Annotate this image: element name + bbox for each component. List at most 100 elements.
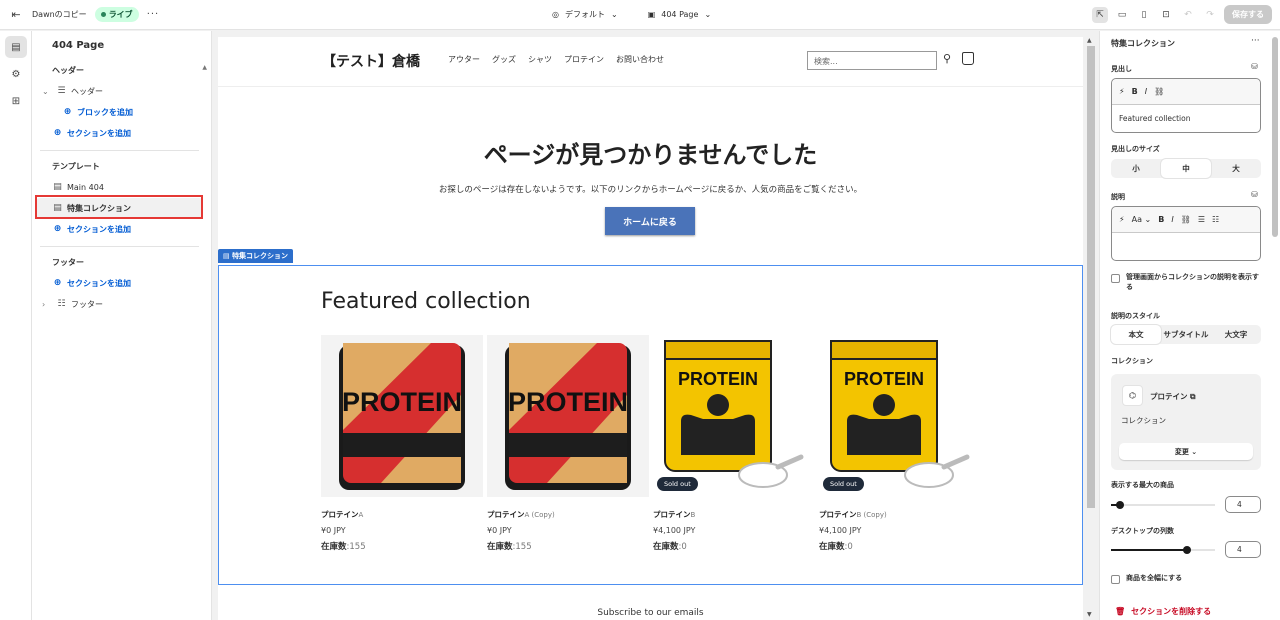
bold-icon[interactable]: B xyxy=(1132,87,1138,96)
scroll-up-icon[interactable]: ▲ xyxy=(202,64,207,71)
collection-name[interactable]: プロテイン ⧉ xyxy=(1150,391,1195,402)
more-options-icon[interactable]: ··· xyxy=(147,9,160,20)
apps-icon[interactable]: ⊞ xyxy=(5,90,27,112)
desktop-view-icon[interactable]: ▭ xyxy=(1114,7,1130,23)
chevron-down-icon[interactable]: ⌄ xyxy=(42,81,52,102)
magic-icon[interactable]: ⚡ xyxy=(1119,215,1125,224)
slider-track xyxy=(1111,504,1215,506)
fullscreen-view-icon[interactable]: ⊡ xyxy=(1158,7,1174,23)
italic-icon[interactable]: I xyxy=(1145,87,1147,96)
inspector-icon[interactable]: ⇱ xyxy=(1092,6,1108,23)
size-large-option[interactable]: 大 xyxy=(1211,159,1261,178)
delete-section-button[interactable]: 🗑 セクションを削除する xyxy=(1115,606,1211,617)
exit-icon[interactable]: ⇤ xyxy=(8,8,24,21)
home-button[interactable]: ホームに戻る xyxy=(605,207,695,235)
heading-input[interactable]: Featured collection xyxy=(1112,105,1260,132)
page-selector[interactable]: ▣ 404 Page ⌄ xyxy=(648,10,711,19)
add-section-header-button[interactable]: ⊕ セクションを追加 xyxy=(32,123,211,144)
product-card[interactable]: PROTEIN プロテインA (Copy) ¥0 JPY 在庫数:155 xyxy=(487,335,649,552)
checkbox[interactable] xyxy=(1111,274,1120,283)
style-uppercase-option[interactable]: 大文字 xyxy=(1211,325,1261,344)
scroll-down-icon[interactable]: ▼ xyxy=(1087,611,1092,618)
desktop-columns-input[interactable]: 4 xyxy=(1225,541,1261,558)
sold-out-badge: Sold out xyxy=(823,477,864,491)
template-item-featured-collection[interactable]: ▤ 特集コレクション xyxy=(36,198,203,219)
change-collection-button[interactable]: 変更 ⌄ xyxy=(1119,443,1253,460)
undo-icon[interactable]: ↶ xyxy=(1180,7,1196,23)
numbered-list-icon[interactable]: ☷ xyxy=(1212,215,1219,224)
page-selector-label: 404 Page xyxy=(661,10,699,19)
save-button[interactable]: 保存する xyxy=(1224,5,1272,24)
description-label: 説明 xyxy=(1111,193,1125,201)
add-block-button[interactable]: ⊕ ブロックを追加 xyxy=(32,102,211,123)
product-name: プロテインA xyxy=(321,509,483,520)
style-subtitle-option[interactable]: サブタイトル xyxy=(1161,325,1211,344)
stock-label: 在庫数 xyxy=(819,542,845,552)
product-card[interactable]: PROTEIN Sold out プロテインB (Copy) ¥4,100 JP… xyxy=(819,335,981,552)
dynamic-source-icon[interactable]: ⛁ xyxy=(1251,62,1258,71)
template-item-label: 特集コレクション xyxy=(67,204,131,213)
max-products-input[interactable]: 4 xyxy=(1225,496,1261,513)
nav-item-shirts[interactable]: シャツ xyxy=(528,54,552,65)
product-name: プロテインB xyxy=(653,509,815,520)
product-name-suffix: B (Copy) xyxy=(856,511,887,519)
slider-handle[interactable] xyxy=(1182,546,1191,554)
magic-icon[interactable]: ⚡ xyxy=(1119,87,1125,96)
italic-icon[interactable]: I xyxy=(1171,215,1173,224)
max-products-slider[interactable] xyxy=(1111,498,1215,512)
nav-item-outer[interactable]: アウター xyxy=(448,54,480,65)
product-image[interactable]: PROTEIN Sold out xyxy=(653,335,815,497)
store-logo[interactable]: 【テスト】倉橋 xyxy=(322,51,420,71)
add-section-label: セクションを追加 xyxy=(67,225,131,234)
add-section-template-button[interactable]: ⊕ セクションを追加 xyxy=(32,219,211,240)
size-small-option[interactable]: 小 xyxy=(1111,159,1161,178)
link-icon[interactable]: ⛓ xyxy=(1154,87,1164,96)
bullet-list-icon[interactable]: ☰ xyxy=(1198,215,1205,224)
show-admin-description-option[interactable]: 管理画面からコレクションの説明を表示する xyxy=(1111,272,1261,292)
style-body-option[interactable]: 本文 xyxy=(1111,325,1161,344)
stock-value: :155 xyxy=(346,542,366,552)
nav-item-goods[interactable]: グッズ xyxy=(492,54,516,65)
plus-circle-icon: ⊕ xyxy=(53,128,62,138)
bold-icon[interactable]: B xyxy=(1158,215,1164,224)
external-link-icon[interactable]: ⧉ xyxy=(1190,392,1195,401)
product-image[interactable]: PROTEIN Sold out xyxy=(819,335,981,497)
font-size-dropdown[interactable]: Aa ⌄ xyxy=(1132,215,1152,224)
sections-icon[interactable]: ▤ xyxy=(5,36,27,58)
heading-editor: ⚡ B I ⛓ Featured collection xyxy=(1111,78,1261,133)
section-tag[interactable]: ▤ 特集コレクション xyxy=(218,249,294,263)
redo-icon[interactable]: ↷ xyxy=(1202,7,1218,23)
desktop-columns-slider[interactable] xyxy=(1111,543,1215,557)
description-input[interactable] xyxy=(1112,233,1260,260)
settings-scrollbar[interactable] xyxy=(1272,37,1278,237)
more-options-icon[interactable]: ··· xyxy=(1251,36,1260,46)
plus-circle-icon: ⊕ xyxy=(53,278,62,288)
link-icon[interactable]: ⛓ xyxy=(1181,215,1191,224)
scroll-up-icon[interactable]: ▲ xyxy=(1087,37,1092,44)
settings-gear-icon[interactable]: ⚙ xyxy=(5,63,27,85)
product-image[interactable]: PROTEIN xyxy=(487,335,649,497)
template-item-main-404[interactable]: ▤ Main 404 xyxy=(32,177,211,198)
header-section-item[interactable]: ⌄ ☰ ヘッダー xyxy=(32,81,211,102)
checkbox[interactable] xyxy=(1111,575,1120,584)
footer-section-item[interactable]: › ☷ フッター xyxy=(32,294,211,315)
scrollbar-thumb[interactable] xyxy=(1087,46,1095,508)
product-card[interactable]: PROTEIN プロテインA ¥0 JPY 在庫数:155 xyxy=(321,335,483,552)
slider-handle[interactable] xyxy=(1116,501,1125,509)
size-medium-option[interactable]: 中 xyxy=(1161,159,1211,178)
theme-selector[interactable]: ◎ デフォルト ⌄ xyxy=(552,9,618,20)
dynamic-source-icon[interactable]: ⛁ xyxy=(1251,190,1258,199)
product-image[interactable]: PROTEIN xyxy=(321,335,483,497)
store-search-input[interactable]: 検索... xyxy=(807,51,937,70)
mobile-view-icon[interactable]: ▯ xyxy=(1136,7,1152,23)
canvas-scrollbar[interactable]: ▲ ▼ xyxy=(1086,37,1096,620)
search-icon[interactable]: ⚲ xyxy=(943,52,951,65)
cart-icon[interactable] xyxy=(962,52,974,65)
nav-item-contact[interactable]: お問い合わせ xyxy=(616,54,664,65)
product-card[interactable]: PROTEIN Sold out プロテインB ¥4,100 JPY 在庫数:0 xyxy=(653,335,815,552)
change-label: 変更 xyxy=(1174,447,1189,456)
nav-item-protein[interactable]: プロテイン xyxy=(564,54,604,65)
add-section-footer-button[interactable]: ⊕ セクションを追加 xyxy=(32,273,211,294)
full-width-option[interactable]: 商品を全幅にする xyxy=(1111,573,1261,584)
chevron-right-icon[interactable]: › xyxy=(42,294,52,315)
